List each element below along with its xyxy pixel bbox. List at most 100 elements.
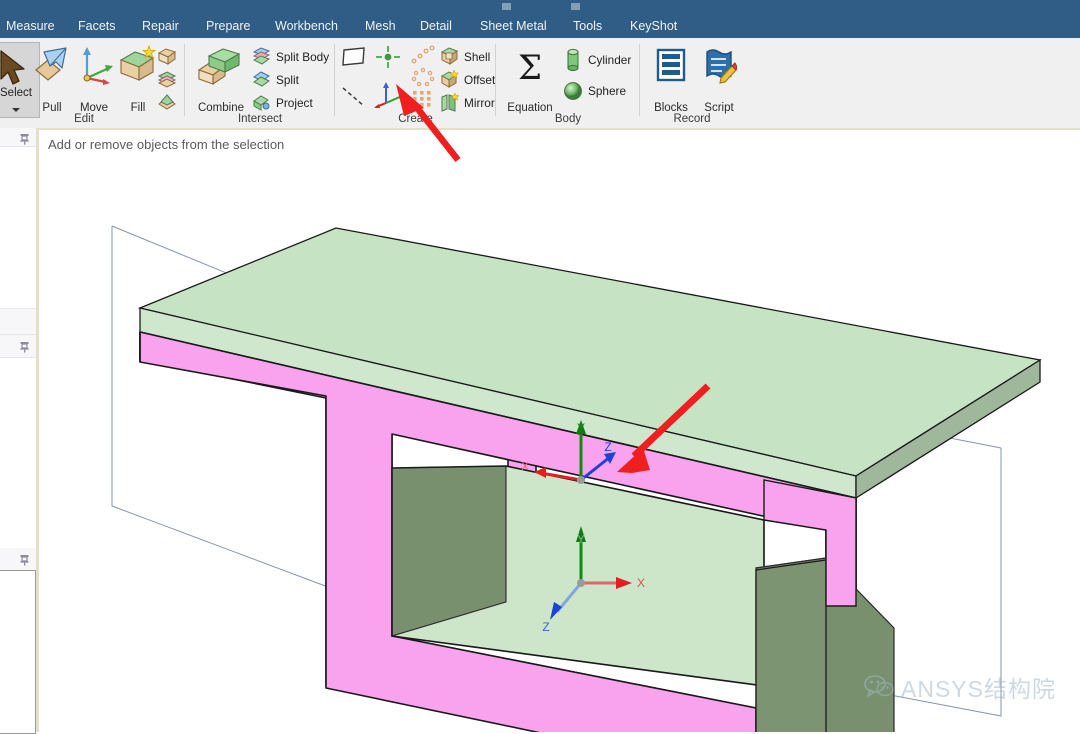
ribbon-group-record: Blocks Script Record [641, 38, 743, 128]
pin-icon[interactable] [19, 132, 30, 145]
equation-button[interactable]: Σ Equation [499, 44, 561, 114]
circular-pattern-button[interactable] [410, 44, 438, 65]
cylinder-button[interactable]: Cylinder [563, 48, 632, 71]
script-button[interactable]: Script [695, 44, 743, 114]
plane-button[interactable] [340, 46, 370, 67]
layers-icon [157, 71, 177, 88]
sphere-icon [564, 81, 582, 100]
title-blip-right [571, 3, 580, 10]
shell-icon [440, 47, 459, 65]
split-body-icon [252, 47, 271, 65]
ribbon-group-create: Shell Offset Mirror Create [336, 38, 495, 128]
ribbon: Select Pull Move Fill Edit Combine Split… [0, 38, 1080, 129]
ribbon-group-edit-label: Edit [74, 113, 94, 125]
point-button[interactable] [374, 45, 404, 68]
ribbon-group-intersect-label: Intersect [237, 113, 283, 125]
project-icon [253, 95, 270, 111]
offset-button[interactable]: Offset [440, 69, 495, 90]
blocks-button[interactable]: Blocks [647, 44, 695, 114]
ribbon-separator-4 [639, 44, 640, 116]
ribbon-group-create-label: Create [398, 113, 433, 125]
status-hint-text: Add or remove objects from the selection [48, 137, 285, 152]
offset-label: Offset [464, 72, 496, 87]
title-blip-left [502, 3, 511, 10]
fill-box-icon [117, 44, 159, 91]
linear-pattern-button[interactable] [410, 88, 438, 109]
tab-tools[interactable]: Tools [573, 14, 602, 38]
groups-pane-header[interactable] [0, 548, 36, 571]
svg-text:Σ: Σ [518, 48, 542, 88]
watermark: ANSYS结构院 [864, 670, 1056, 704]
project-button[interactable]: Project [252, 92, 313, 113]
shell-button[interactable]: Shell [440, 46, 490, 67]
tab-sheet-metal[interactable]: Sheet Metal [480, 14, 547, 38]
pin-icon[interactable] [19, 340, 30, 353]
pin-icon[interactable] [19, 553, 30, 566]
cylinder-icon [567, 48, 579, 71]
lower-triad-z-label: Z [542, 620, 549, 634]
spaceclaim-window: Measure Facets Repair Prepare Workbench … [0, 0, 1080, 734]
tab-workbench[interactable]: Workbench [275, 14, 338, 38]
select-dropdown-carat[interactable] [12, 108, 20, 112]
tab-repair[interactable]: Repair [142, 14, 179, 38]
layers-button[interactable] [157, 69, 181, 90]
linear-pattern-icon [413, 90, 431, 107]
ribbon-group-body-label: Body [554, 113, 582, 125]
split-label: Split [276, 72, 299, 87]
tab-detail[interactable]: Detail [420, 14, 452, 38]
box-wire-button[interactable] [157, 46, 181, 67]
tab-facets[interactable]: Facets [78, 14, 116, 38]
mirror-button[interactable]: Mirror [440, 92, 495, 113]
combine-button[interactable]: Combine [190, 44, 252, 114]
fill-button[interactable]: Fill [116, 44, 160, 114]
options-pane-band [0, 309, 36, 335]
ribbon-group-body: Σ Equation Cylinder Sphere Body [497, 38, 639, 128]
blend-icon [158, 94, 176, 110]
move-button[interactable]: Move [72, 44, 116, 114]
upper-triad-x-label: X [521, 461, 529, 473]
blocks-icon [654, 46, 688, 91]
sphere-button[interactable]: Sphere [563, 80, 626, 101]
graphics-viewport[interactable]: Y Z X Y X Z Add or remove objects from t… [36, 128, 1080, 732]
split-icon [253, 71, 270, 87]
title-bar [0, 0, 1080, 14]
project-label: Project [276, 95, 313, 110]
tab-mesh[interactable]: Mesh [365, 14, 396, 38]
shell-label: Shell [464, 49, 491, 64]
sketch-line-button[interactable] [340, 86, 370, 107]
options-pane-header[interactable] [0, 335, 36, 358]
ribbon-separator-2 [334, 44, 335, 116]
upper-triad-z-label: Z [604, 440, 611, 454]
split-button[interactable]: Split [252, 69, 299, 90]
axis-triad-button[interactable] [374, 81, 408, 108]
wechat-icon [864, 675, 894, 698]
tab-prepare[interactable]: Prepare [206, 14, 250, 38]
tab-keyshot[interactable]: KeyShot [630, 14, 677, 38]
lower-triad-y-label: Y [577, 532, 585, 546]
structure-pane-header[interactable] [0, 128, 36, 147]
cylinder-label: Cylinder [588, 52, 632, 67]
groups-pane-body[interactable] [0, 570, 36, 734]
pull-button[interactable]: Pull [30, 44, 74, 114]
sketch-line-icon [342, 86, 365, 107]
tab-measure[interactable]: Measure [6, 14, 55, 38]
ribbon-group-intersect: Combine Split Body Split Project Interse… [186, 38, 334, 128]
offset-icon [440, 70, 459, 88]
ribbon-separator-1 [184, 44, 185, 116]
mirror-label: Mirror [464, 95, 495, 110]
left-dock [0, 128, 36, 734]
ribbon-group-record-label: Record [673, 113, 711, 125]
sphere-label: Sphere [588, 83, 627, 98]
blend-button[interactable] [157, 92, 181, 113]
lower-triad-x-label: X [637, 576, 645, 590]
circular-pattern-icon [411, 45, 435, 63]
plane-icon [342, 46, 365, 66]
split-body-button[interactable]: Split Body [252, 46, 329, 67]
sigma-icon: Σ [510, 48, 550, 93]
ribbon-separator-3 [495, 44, 496, 116]
pull-arrow-icon [32, 44, 72, 91]
ribbon-group-edit: Select Pull Move Fill Edit [0, 38, 177, 128]
circular-array-button[interactable] [410, 66, 438, 87]
script-icon [701, 46, 738, 91]
ribbon-tab-bar: Measure Facets Repair Prepare Workbench … [0, 14, 1080, 38]
